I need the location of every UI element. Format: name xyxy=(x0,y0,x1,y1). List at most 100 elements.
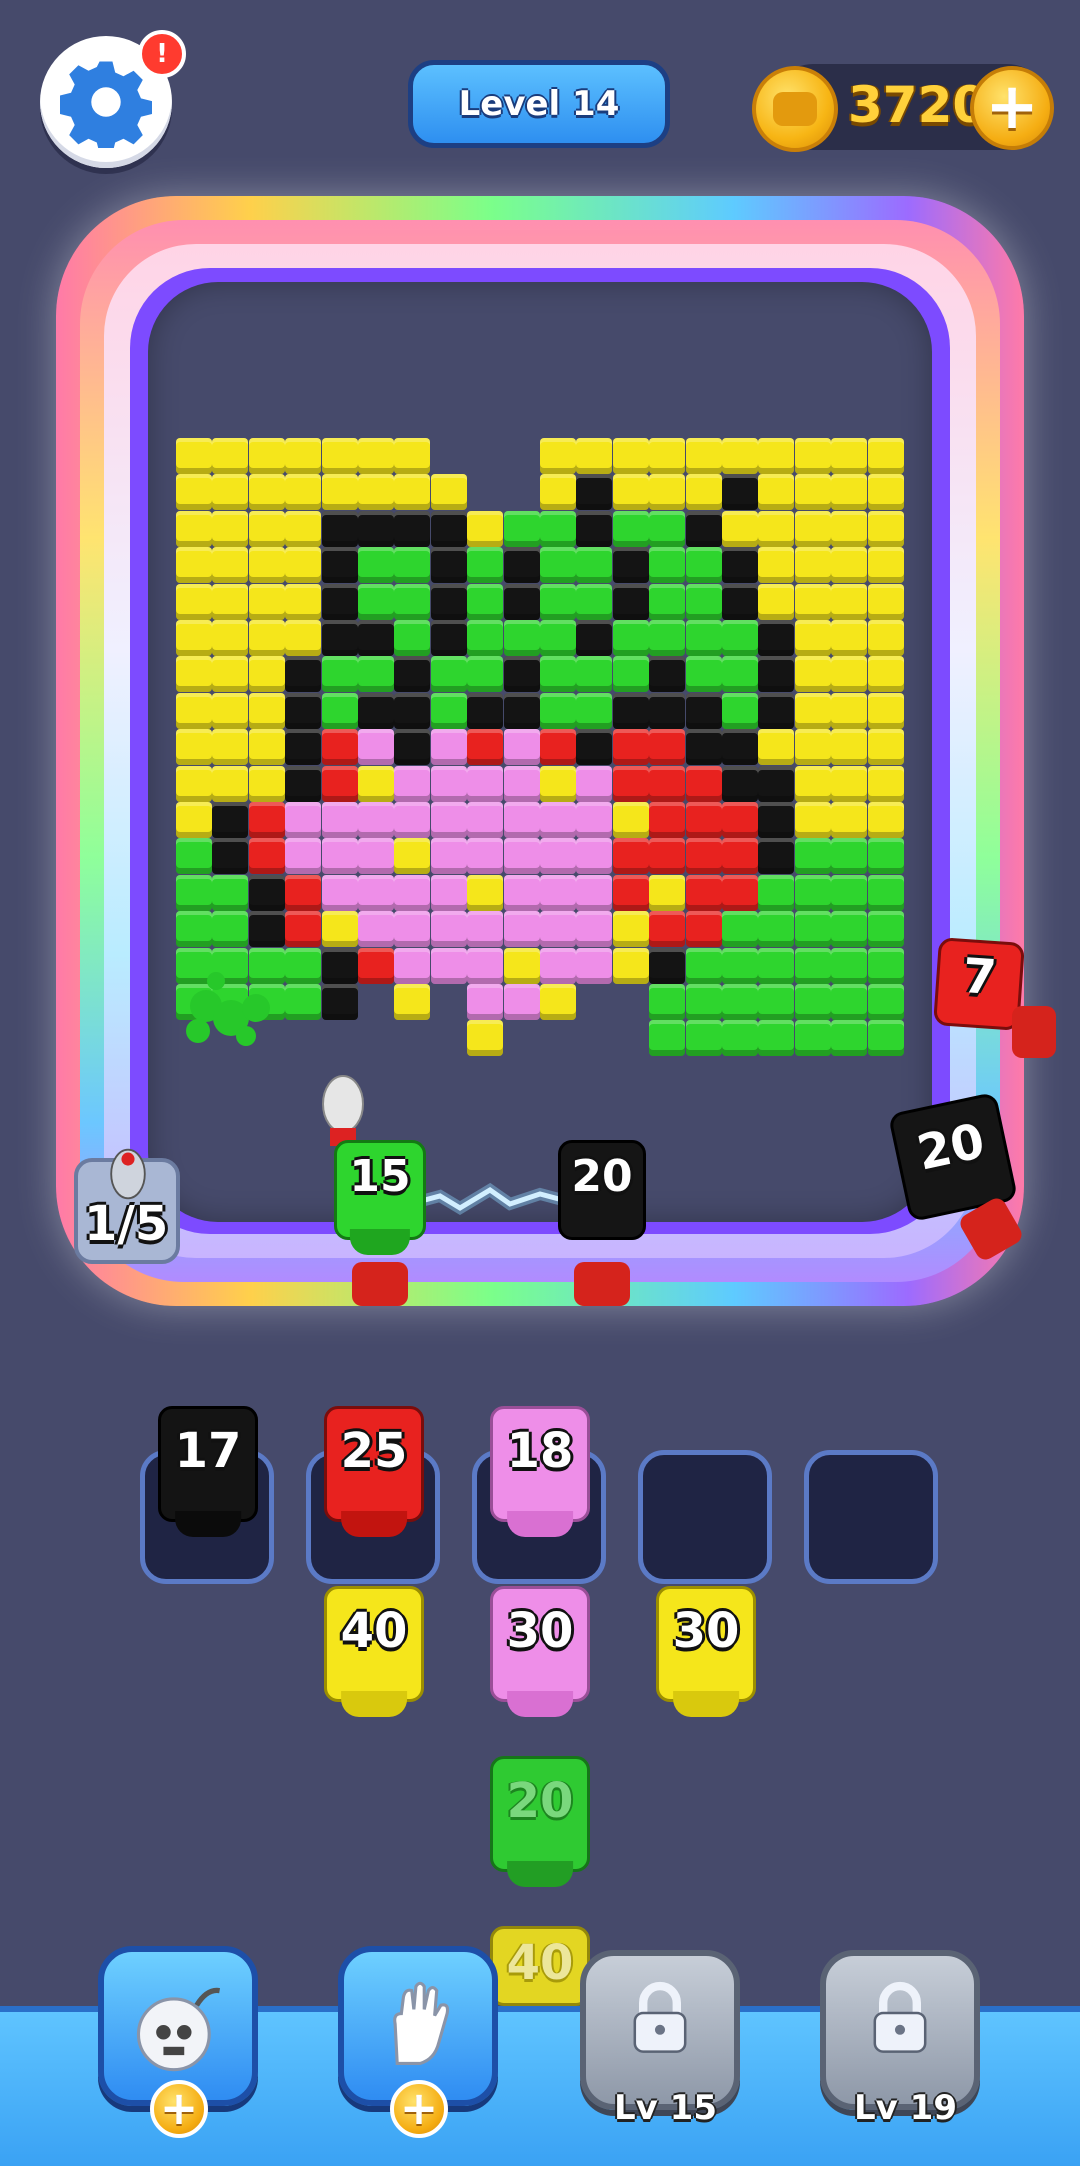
pixel-block xyxy=(867,510,904,547)
pixel-block xyxy=(540,729,576,766)
queue-slot[interactable] xyxy=(638,1450,772,1584)
pixel-block xyxy=(831,1020,868,1057)
glove-add-button[interactable]: + xyxy=(390,2080,448,2138)
pixel-block xyxy=(540,620,576,656)
reserve-shooter[interactable]: 20 xyxy=(490,1756,590,1887)
pixel-block xyxy=(794,838,831,875)
pixel-block xyxy=(649,547,686,584)
pixel-block xyxy=(722,874,758,911)
pixel-block xyxy=(394,765,431,802)
pixel-block xyxy=(685,656,722,693)
pixel-block xyxy=(540,692,576,729)
pixel-block xyxy=(685,620,722,656)
pixel-block xyxy=(212,911,249,948)
pixel-block xyxy=(248,911,285,948)
reserve-shooter[interactable]: 40 xyxy=(490,1926,590,2006)
pixel-block xyxy=(285,984,322,1020)
pixel-block xyxy=(285,729,322,766)
pixel-block xyxy=(321,765,358,802)
slot-shooter[interactable]: 18 xyxy=(490,1406,590,1537)
pixel-block xyxy=(758,729,795,766)
pixel-block xyxy=(612,692,649,729)
pixel-block xyxy=(430,838,467,875)
pixel-block xyxy=(358,583,394,620)
pixel-block xyxy=(794,1020,831,1057)
pixel-block xyxy=(358,656,394,693)
pixel-block xyxy=(176,547,212,584)
pixel-block xyxy=(467,583,504,620)
reserve-shooter[interactable]: 30 xyxy=(490,1586,590,1717)
pixel-block xyxy=(540,656,576,693)
pixel-block xyxy=(758,802,795,838)
queue-slot[interactable] xyxy=(804,1450,938,1584)
pixel-block xyxy=(867,911,904,948)
pixel-block xyxy=(831,947,868,984)
lock-icon xyxy=(633,1981,687,2053)
slot-shooter[interactable]: 25 xyxy=(324,1406,424,1537)
pixel-block xyxy=(394,438,431,474)
pixel-block xyxy=(576,656,613,693)
pixel-block xyxy=(722,583,758,620)
pixel-block xyxy=(612,947,649,984)
pixel-block xyxy=(285,438,322,474)
pixel-block xyxy=(212,620,249,656)
splash-effect xyxy=(186,972,270,1046)
pixel-block xyxy=(722,474,758,511)
pixel-block xyxy=(685,911,722,948)
pixel-block xyxy=(176,510,212,547)
pixel-block xyxy=(212,692,249,729)
pixel-block xyxy=(467,947,504,984)
pixel-block xyxy=(321,547,358,584)
pixel-block xyxy=(649,765,686,802)
locked-booster-slot xyxy=(820,1950,980,2110)
reserve-shooter[interactable]: 30 xyxy=(656,1586,756,1717)
pixel-block xyxy=(685,984,722,1020)
shooter-wheels xyxy=(1012,1006,1056,1058)
pixel-block xyxy=(576,692,613,729)
pixel-block xyxy=(430,583,467,620)
pixel-block xyxy=(576,583,613,620)
pixel-block xyxy=(321,838,358,875)
pixel-block xyxy=(685,1020,722,1057)
pixel-block xyxy=(867,438,904,474)
pixel-block xyxy=(722,911,758,948)
pixel-block xyxy=(758,911,795,948)
pixel-block xyxy=(321,620,358,656)
pixel-block xyxy=(248,692,285,729)
pixel-block xyxy=(831,510,868,547)
pixel-block xyxy=(649,656,686,693)
pixel-block xyxy=(649,729,686,766)
add-coins-button[interactable]: + xyxy=(970,66,1054,150)
reserve-shooter[interactable]: 40 xyxy=(324,1586,424,1717)
pixel-block xyxy=(758,656,795,693)
pixel-block xyxy=(758,984,795,1020)
pixel-block xyxy=(503,874,540,911)
pixel-block xyxy=(503,547,540,584)
pixel-block xyxy=(430,692,467,729)
pixel-block xyxy=(794,474,831,511)
pixel-block xyxy=(758,947,795,984)
pixel-block xyxy=(248,510,285,547)
pixel-block xyxy=(685,474,722,511)
pixel-block xyxy=(794,765,831,802)
slot-shooter[interactable]: 17 xyxy=(158,1406,258,1537)
pixel-block xyxy=(212,474,249,511)
pixel-block xyxy=(467,656,504,693)
pixel-block xyxy=(576,911,613,948)
pixel-block xyxy=(831,438,868,474)
pixel-block xyxy=(467,692,504,729)
pixel-block xyxy=(503,729,540,766)
pixel-block xyxy=(503,692,540,729)
pixel-block xyxy=(685,583,722,620)
pixel-block xyxy=(285,656,322,693)
coin-icon xyxy=(752,66,838,152)
bomb-add-button[interactable]: + xyxy=(150,2080,208,2138)
pixel-block xyxy=(649,510,686,547)
pixel-block xyxy=(612,620,649,656)
pixel-block xyxy=(467,984,504,1020)
pixel-block xyxy=(176,620,212,656)
pixel-block xyxy=(212,874,249,911)
pixel-block xyxy=(248,547,285,584)
pixel-block xyxy=(758,547,795,584)
pixel-block xyxy=(394,547,431,584)
